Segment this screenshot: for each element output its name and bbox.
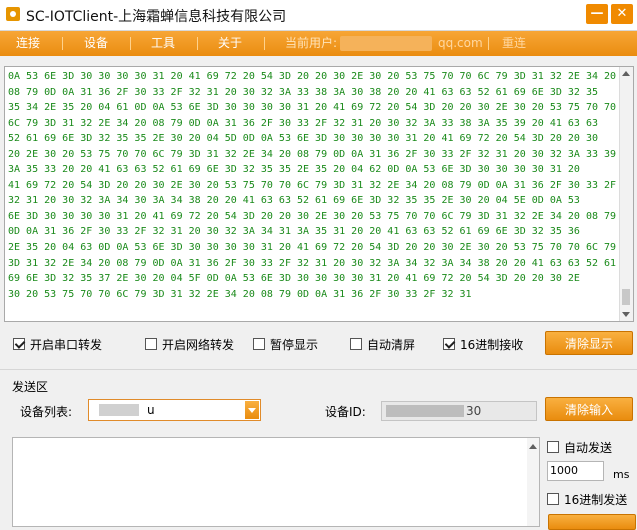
pause-display-label: 暂停显示: [270, 338, 319, 352]
hex-send-label: 16进制发送: [564, 493, 628, 507]
menu-separator: [488, 37, 489, 50]
net-forward-label: 开启网络转发: [162, 338, 235, 352]
send-input-textarea[interactable]: [12, 437, 540, 527]
receive-hex-content: 0A 53 6E 3D 30 30 30 30 31 20 41 69 72 2…: [8, 69, 616, 302]
menu-about[interactable]: 关于: [218, 31, 242, 56]
receive-line: 6C 79 3D 31 32 2E 34 20 08 79 0D 0A 31 3…: [8, 117, 599, 129]
receive-line: 3D 31 32 2E 34 20 08 79 0D 0A 31 36 2F 3…: [8, 257, 617, 269]
checkbox-box[interactable]: [443, 338, 455, 350]
chevron-down-icon[interactable]: [245, 401, 259, 419]
menu-bar: 连接 设备 工具 关于 当前用户: qq.com 重连: [0, 31, 637, 56]
auto-clear-checkbox[interactable]: 自动清屏: [350, 337, 425, 353]
checkbox-box[interactable]: [547, 493, 559, 505]
device-id-field[interactable]: 30: [381, 401, 537, 421]
menu-separator: [264, 37, 265, 50]
net-forward-checkbox[interactable]: 开启网络转发: [145, 337, 245, 353]
receive-line: 20 2E 30 20 53 75 70 70 6C 79 3D 31 32 2…: [8, 148, 617, 160]
app-logo-icon: [6, 7, 20, 21]
hex-receive-checkbox[interactable]: 16进制接收: [443, 337, 528, 353]
device-id-redacted: [386, 405, 464, 417]
title-bar: SC-IOTClient-上海霜蝉信息科技有限公司 — ✕: [0, 0, 637, 31]
device-list-value: u: [147, 403, 155, 417]
device-list-redacted: [99, 404, 139, 416]
menu-separator: [62, 37, 63, 50]
current-user-label: 当前用户:: [285, 36, 338, 50]
send-section-label: 发送区: [12, 380, 49, 394]
pause-display-checkbox[interactable]: 暂停显示: [253, 337, 328, 353]
hex-send-checkbox[interactable]: 16进制发送: [547, 492, 635, 508]
scroll-up-icon[interactable]: [622, 71, 630, 76]
minimize-button[interactable]: —: [586, 4, 608, 24]
menu-connect[interactable]: 连接: [16, 31, 40, 56]
menu-tools[interactable]: 工具: [151, 31, 175, 56]
menu-device[interactable]: 设备: [84, 31, 108, 56]
receive-line: 69 6E 3D 32 35 37 2E 30 20 04 5F 0D 0A 5…: [8, 273, 580, 285]
scroll-down-icon[interactable]: [622, 312, 630, 317]
checkbox-box[interactable]: [547, 441, 559, 453]
receive-line: 0A 53 6E 3D 30 30 30 30 31 20 41 69 72 2…: [8, 71, 617, 82]
auto-clear-label: 自动清屏: [367, 338, 416, 352]
scroll-thumb[interactable]: [622, 289, 630, 305]
send-scrollbar[interactable]: [527, 438, 539, 526]
close-button[interactable]: ✕: [611, 4, 633, 24]
clear-display-button[interactable]: 清除显示: [545, 331, 633, 355]
receive-scrollbar[interactable]: [619, 67, 633, 321]
device-id-label: 设备ID:: [325, 405, 366, 419]
current-user-value: qq.com: [438, 36, 483, 50]
hex-receive-label: 16进制接收: [460, 338, 524, 352]
receive-textarea[interactable]: 0A 53 6E 3D 30 30 30 30 31 20 41 69 72 2…: [4, 66, 634, 322]
window-title: SC-IOTClient-上海霜蝉信息科技有限公司: [26, 9, 287, 25]
auto-send-label: 自动发送: [564, 441, 613, 455]
clear-input-button[interactable]: 清除输入: [545, 397, 633, 421]
receive-line: 30 20 53 75 70 70 6C 79 3D 31 32 2E 34 2…: [8, 288, 472, 300]
receive-line: 52 61 69 6E 3D 32 35 35 2E 30 20 04 5D 0…: [8, 133, 599, 145]
receive-line: 6E 3D 30 30 30 30 31 20 41 69 72 20 54 3…: [8, 210, 617, 222]
interval-unit-label: ms: [613, 468, 630, 481]
menu-reconnect[interactable]: 重连: [502, 31, 526, 56]
receive-line: 2E 35 20 04 63 0D 0A 53 6E 3D 30 30 30 3…: [8, 242, 617, 254]
device-id-value: 30: [466, 404, 482, 418]
receive-line: 0D 0A 31 36 2F 30 33 2F 32 31 20 30 32 3…: [8, 226, 580, 238]
menu-separator: [130, 37, 131, 50]
current-user-redacted: [340, 36, 432, 51]
device-list-label: 设备列表:: [20, 405, 73, 419]
send-button[interactable]: [548, 514, 636, 530]
serial-forward-checkbox[interactable]: 开启串口转发: [13, 337, 113, 353]
receive-line: 3A 35 33 20 20 41 63 63 52 61 69 6E 3D 3…: [8, 164, 580, 176]
send-interval-input[interactable]: 1000: [547, 461, 604, 481]
receive-line: 08 79 0D 0A 31 36 2F 30 33 2F 32 31 20 3…: [8, 86, 599, 98]
section-divider: [0, 369, 637, 370]
auto-send-checkbox[interactable]: 自动发送: [547, 440, 635, 456]
checkbox-box[interactable]: [145, 338, 157, 350]
device-list-select[interactable]: u: [88, 399, 261, 421]
serial-forward-label: 开启串口转发: [30, 338, 103, 352]
checkbox-box[interactable]: [350, 338, 362, 350]
checkbox-box[interactable]: [13, 338, 25, 350]
menu-separator: [197, 37, 198, 50]
receive-line: 35 34 2E 35 20 04 61 0D 0A 53 6E 3D 30 3…: [8, 102, 617, 114]
receive-line: 41 69 72 20 54 3D 20 20 30 2E 30 20 53 7…: [8, 179, 617, 191]
receive-line: 32 31 20 30 32 3A 34 30 3A 34 38 20 20 4…: [8, 195, 580, 207]
checkbox-box[interactable]: [253, 338, 265, 350]
